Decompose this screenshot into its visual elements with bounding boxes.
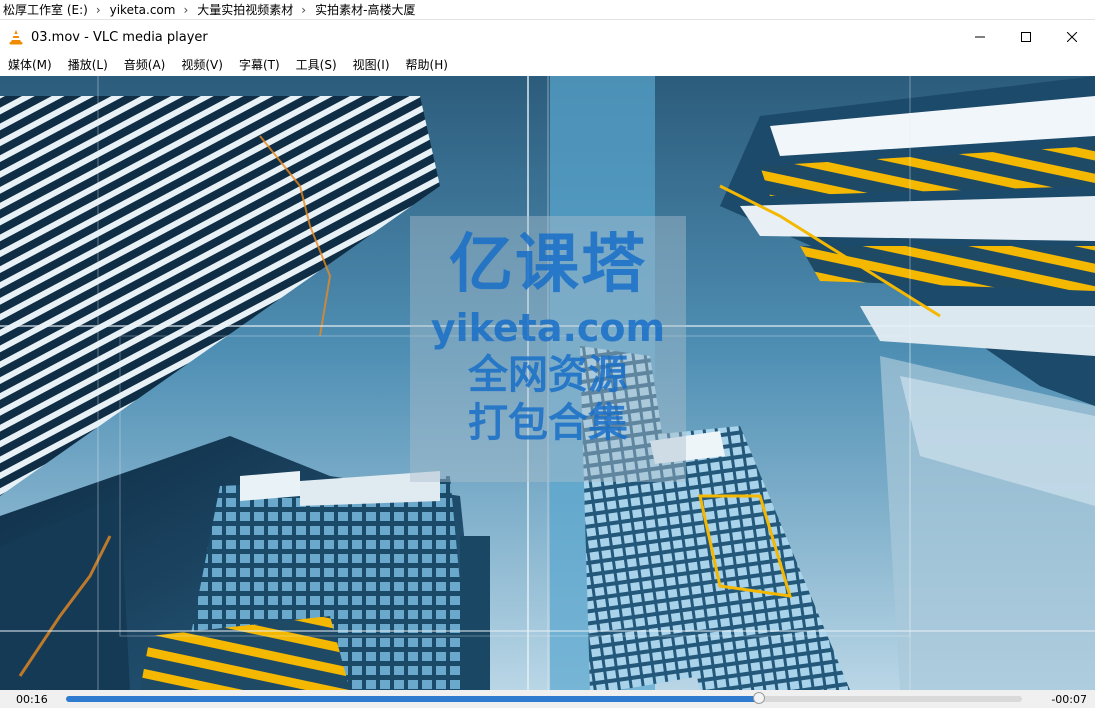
watermark-line1: 全网资源 <box>468 352 628 398</box>
title-bar[interactable]: 03.mov - VLC media player <box>0 21 1095 53</box>
breadcrumb-item-site[interactable]: yiketa.com <box>107 3 178 17</box>
watermark-line2: 打包合集 <box>468 400 628 446</box>
menu-subtitle[interactable]: 字幕(T) <box>231 56 288 73</box>
maximize-icon[interactable] <box>1003 21 1049 53</box>
seek-handle[interactable] <box>753 692 765 704</box>
breadcrumb-separator-icon: › <box>301 2 307 17</box>
breadcrumb-item-drive[interactable]: 松厚工作室 (E:) <box>0 1 90 18</box>
seek-bar-fill <box>66 696 759 702</box>
breadcrumb-separator-icon: › <box>95 2 101 17</box>
window-controls <box>957 21 1095 53</box>
menu-audio[interactable]: 音频(A) <box>116 56 174 73</box>
remaining-time[interactable]: -00:07 <box>1051 693 1087 706</box>
minimize-icon[interactable] <box>957 21 1003 53</box>
menu-media[interactable]: 媒体(M) <box>0 56 60 73</box>
video-frame[interactable]: 亿课塔 yiketa.com 全网资源 打包合集 <box>0 76 1095 690</box>
seek-bar[interactable] <box>66 692 1022 704</box>
menu-playback[interactable]: 播放(L) <box>60 56 116 73</box>
menu-tools[interactable]: 工具(S) <box>288 56 345 73</box>
menu-video[interactable]: 视频(V) <box>173 56 231 73</box>
watermark-url: yiketa.com <box>430 306 666 350</box>
breadcrumb: 松厚工作室 (E:) › yiketa.com › 大量实拍视频素材 › 实拍素… <box>0 0 1095 20</box>
playback-controls: 00:16 -00:07 <box>0 690 1095 708</box>
breadcrumb-item-subfolder[interactable]: 实拍素材-高楼大厦 <box>312 1 417 18</box>
watermark-title: 亿课塔 <box>449 228 647 302</box>
vlc-cone-icon <box>8 29 24 45</box>
breadcrumb-item-folder[interactable]: 大量实拍视频素材 <box>194 1 295 18</box>
close-icon[interactable] <box>1049 21 1095 53</box>
menu-view[interactable]: 视图(I) <box>345 56 398 73</box>
watermark: 亿课塔 yiketa.com 全网资源 打包合集 <box>410 216 686 482</box>
menu-help[interactable]: 帮助(H) <box>398 56 456 73</box>
window-title: 03.mov - VLC media player <box>31 29 208 45</box>
breadcrumb-separator-icon: › <box>183 2 189 17</box>
elapsed-time[interactable]: 00:16 <box>16 693 48 706</box>
menu-bar: 媒体(M) 播放(L) 音频(A) 视频(V) 字幕(T) 工具(S) 视图(I… <box>0 53 1095 76</box>
